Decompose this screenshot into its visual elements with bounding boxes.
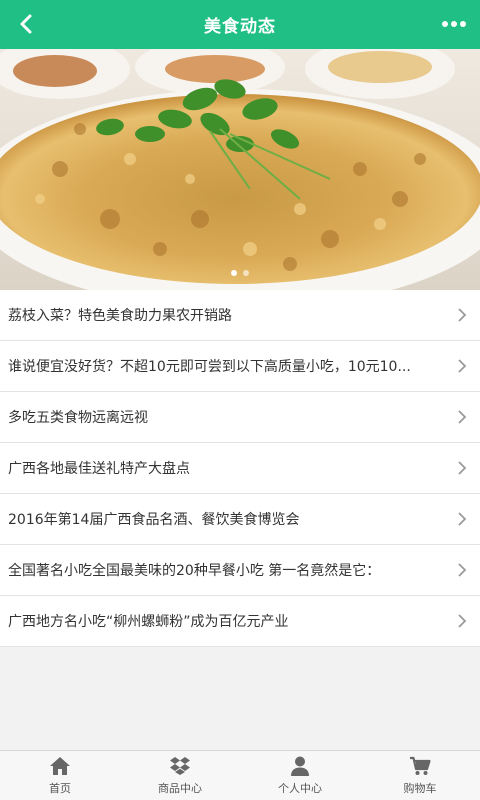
list-item-title: 谁说便宜没好货？不超10元即可尝到以下高质量小吃，10元10... xyxy=(8,359,411,375)
nav-item-label: 购物车 xyxy=(403,782,437,795)
list-item[interactable]: 2016年第14届广西食品名酒、餐饮美食博览会 xyxy=(0,494,480,545)
nav-item-cart[interactable]: 购物车 xyxy=(360,751,480,800)
carousel-indicators xyxy=(0,270,480,276)
user-icon xyxy=(291,756,309,776)
chevron-right-icon xyxy=(458,308,467,322)
chevron-right-icon xyxy=(458,614,467,628)
nav-item-products[interactable]: 商品中心 xyxy=(120,751,240,800)
chevron-right-icon xyxy=(458,461,467,475)
nav-item-label: 个人中心 xyxy=(278,782,322,795)
dropbox-icon xyxy=(170,757,190,775)
back-button[interactable] xyxy=(8,6,44,42)
list-item-title: 荔枝入菜？特色美食助力果农开销路 xyxy=(8,308,232,324)
nav-item-label: 首页 xyxy=(49,782,71,795)
list-item-title: 多吃五类食物远离远视 xyxy=(8,410,148,426)
page-title: 美食动态 xyxy=(204,17,276,37)
more-button[interactable] xyxy=(436,6,472,42)
nav-item-home[interactable]: 首页 xyxy=(0,751,120,800)
list-item-title: 广西各地最佳送礼特产大盘点 xyxy=(8,461,190,477)
cart-icon xyxy=(410,756,431,775)
chevron-right-icon xyxy=(458,512,467,526)
list-item-title: 全国著名小吃全国最美味的20种早餐小吃 第一名竟然是它： xyxy=(8,563,381,579)
nav-item-profile[interactable]: 个人中心 xyxy=(240,751,360,800)
top-bar: 美食动态 xyxy=(0,0,480,49)
chevron-right-icon xyxy=(458,563,467,577)
list-item[interactable]: 荔枝入菜？特色美食助力果农开销路 xyxy=(0,290,480,341)
carousel-dot[interactable] xyxy=(243,270,249,276)
list-item[interactable]: 多吃五类食物远离远视 xyxy=(0,392,480,443)
list-item-title: 广西地方名小吃“柳州螺蛳粉”成为百亿元产业 xyxy=(8,614,289,630)
list-item[interactable]: 全国著名小吃全国最美味的20种早餐小吃 第一名竟然是它： xyxy=(0,545,480,596)
more-dots-icon xyxy=(442,21,466,27)
list-item[interactable]: 谁说便宜没好货？不超10元即可尝到以下高质量小吃，10元10... xyxy=(0,341,480,392)
list-item[interactable]: 广西地方名小吃“柳州螺蛳粉”成为百亿元产业 xyxy=(0,596,480,647)
nav-item-label: 商品中心 xyxy=(158,782,202,795)
news-list: 荔枝入菜？特色美食助力果农开销路 谁说便宜没好货？不超10元即可尝到以下高质量小… xyxy=(0,290,480,647)
list-item-title: 2016年第14届广西食品名酒、餐饮美食博览会 xyxy=(8,512,300,528)
chevron-right-icon xyxy=(458,359,467,373)
home-icon xyxy=(50,757,70,775)
list-item[interactable]: 广西各地最佳送礼特产大盘点 xyxy=(0,443,480,494)
carousel-dot[interactable] xyxy=(231,270,237,276)
app: 美食动态 荔枝入菜？特色美食助力果农开销路 谁说便宜没好货？不超10元即可尝到以… xyxy=(0,0,480,800)
bottom-nav: 首页 商品中心 个人中心 购物车 xyxy=(0,750,480,800)
banner-carousel[interactable] xyxy=(0,49,480,290)
chevron-left-icon xyxy=(20,14,32,34)
chevron-right-icon xyxy=(458,410,467,424)
banner-image xyxy=(0,49,480,290)
